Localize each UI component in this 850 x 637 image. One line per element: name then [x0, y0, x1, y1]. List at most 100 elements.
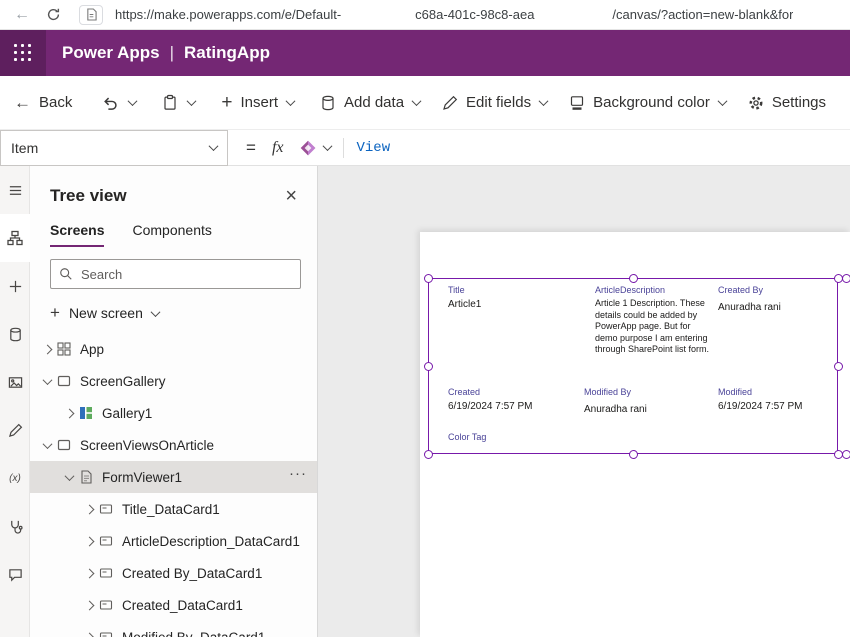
selection-border	[428, 278, 838, 454]
resize-handle-middle-right[interactable]	[834, 362, 843, 371]
chevron-down-icon[interactable]	[38, 442, 56, 449]
tab-components[interactable]: Components	[132, 222, 211, 247]
app-icon	[56, 342, 72, 356]
datacard-icon	[98, 534, 114, 548]
settings-label: Settings	[772, 94, 826, 111]
screen-icon	[56, 374, 72, 388]
property-name: Item	[11, 140, 38, 156]
tree-item-app[interactable]: App	[30, 333, 317, 365]
function-dropdown[interactable]	[299, 139, 331, 157]
app-title: Power Apps | RatingApp	[62, 43, 270, 63]
chevron-right-icon[interactable]	[38, 346, 56, 353]
tree-item-label: App	[80, 342, 104, 357]
tree-item-createdby-datacard1[interactable]: Created By_DataCard1	[30, 557, 317, 589]
media-icon[interactable]	[0, 358, 30, 406]
tree-item-screengallery[interactable]: ScreenGallery	[30, 365, 317, 397]
tree-item-gallery1[interactable]: Gallery1	[30, 397, 317, 429]
tree-tabs: Screens Components	[50, 222, 317, 247]
chevron-right-icon[interactable]	[80, 602, 98, 609]
waffle-dots	[14, 44, 32, 62]
tree-item-screenviewsonarticle[interactable]: ScreenViewsOnArticle	[30, 429, 317, 461]
settings-button[interactable]: Settings	[748, 94, 826, 111]
resize-handle-top-left[interactable]	[424, 274, 433, 283]
screen-edge-handle-top[interactable]	[842, 274, 850, 283]
chevron-down-icon	[286, 96, 296, 106]
chevron-right-icon[interactable]	[80, 570, 98, 577]
site-info-icon[interactable]	[79, 5, 103, 25]
comments-icon[interactable]	[0, 550, 30, 598]
equals-sign: =	[246, 138, 256, 158]
plus-icon: +	[221, 93, 232, 112]
chevron-down-icon	[150, 307, 160, 317]
datacard-icon	[98, 598, 114, 612]
resize-handle-top-center[interactable]	[629, 274, 638, 283]
chevron-right-icon[interactable]	[80, 538, 98, 545]
data-icon[interactable]	[0, 310, 30, 358]
resize-handle-bottom-center[interactable]	[629, 450, 638, 459]
tree-item-title-datacard1[interactable]: Title_DataCard1	[30, 493, 317, 525]
chevron-down-icon[interactable]	[38, 378, 56, 385]
tree-item-modifiedby-datacard1[interactable]: Modified By_DataCard1	[30, 621, 317, 637]
variables-glyph: (x)	[9, 473, 21, 484]
tree-item-label: Title_DataCard1	[122, 502, 220, 517]
waffle-icon[interactable]	[0, 30, 46, 76]
insert-icon[interactable]	[0, 262, 30, 310]
chevron-right-icon[interactable]	[80, 634, 98, 637]
tab-screens[interactable]: Screens	[50, 222, 104, 247]
property-selector[interactable]: Item	[0, 130, 228, 166]
url-segment: c68a-401c-98c8-aea	[415, 7, 534, 22]
advanced-tools-icon[interactable]	[0, 406, 30, 454]
tree-view-panel: Tree view × Screens Components + New scr…	[30, 166, 318, 637]
add-data-button[interactable]: Add data	[320, 94, 420, 111]
menu-icon[interactable]	[0, 166, 30, 214]
tree-item-label: ScreenViewsOnArticle	[80, 438, 214, 453]
database-icon	[320, 95, 336, 111]
insert-button[interactable]: + Insert	[221, 93, 294, 112]
tree-items: App ScreenGallery Gallery1	[30, 333, 317, 637]
browser-back-icon[interactable]: ←	[14, 6, 30, 24]
more-options-icon[interactable]: ···	[289, 465, 307, 482]
resize-handle-middle-left[interactable]	[424, 362, 433, 371]
brand-name: Power Apps	[62, 43, 160, 63]
url-segment: https://make.powerapps.com/e/Default-	[115, 7, 341, 22]
search-input[interactable]	[81, 267, 281, 282]
tree-item-label: Created_DataCard1	[122, 598, 243, 613]
pencil-icon	[442, 95, 458, 111]
tree-item-created-datacard1[interactable]: Created_DataCard1	[30, 589, 317, 621]
chevron-right-icon[interactable]	[80, 506, 98, 513]
variables-icon[interactable]: (x)	[0, 454, 30, 502]
add-data-label: Add data	[344, 94, 404, 111]
edit-fields-button[interactable]: Edit fields	[442, 94, 547, 111]
paste-button[interactable]	[162, 94, 178, 111]
tree-item-label: FormViewer1	[102, 470, 182, 485]
screen-edge-handle-bottom[interactable]	[842, 450, 850, 459]
undo-dropdown-chevron-icon[interactable]	[129, 99, 136, 106]
tree-item-formviewer1[interactable]: FormViewer1 ···	[30, 461, 317, 493]
background-color-button[interactable]: Background color	[569, 94, 726, 111]
datacard-icon	[98, 502, 114, 516]
gallery-icon	[78, 406, 94, 420]
chevron-down-icon	[209, 141, 219, 151]
address-bar[interactable]: https://make.powerapps.com/e/Default- c6…	[103, 7, 793, 22]
fx-label: fx	[272, 139, 284, 157]
back-button[interactable]: ← Back	[14, 94, 72, 111]
app-checker-icon[interactable]	[0, 502, 30, 550]
browser-refresh-icon[interactable]	[46, 7, 61, 22]
tree-item-articledescription-datacard1[interactable]: ArticleDescription_DataCard1	[30, 525, 317, 557]
tree-view-icon[interactable]	[0, 214, 30, 262]
undo-button[interactable]	[102, 94, 119, 111]
undo-icon	[102, 94, 119, 111]
browser-chrome: ← https://make.powerapps.com/e/Default- …	[0, 0, 850, 30]
search-box[interactable]	[50, 259, 301, 289]
formula-bar: Item = fx View	[0, 130, 850, 166]
screen-icon	[56, 438, 72, 452]
app-name[interactable]: RatingApp	[184, 43, 270, 63]
chevron-down-icon	[539, 96, 549, 106]
close-icon[interactable]: ×	[285, 186, 297, 206]
paste-dropdown-chevron-icon[interactable]	[188, 99, 195, 106]
formula-input[interactable]: View	[356, 140, 390, 156]
new-screen-button[interactable]: + New screen	[50, 303, 317, 323]
resize-handle-bottom-left[interactable]	[424, 450, 433, 459]
chevron-down-icon[interactable]	[60, 474, 78, 481]
chevron-right-icon[interactable]	[60, 410, 78, 417]
